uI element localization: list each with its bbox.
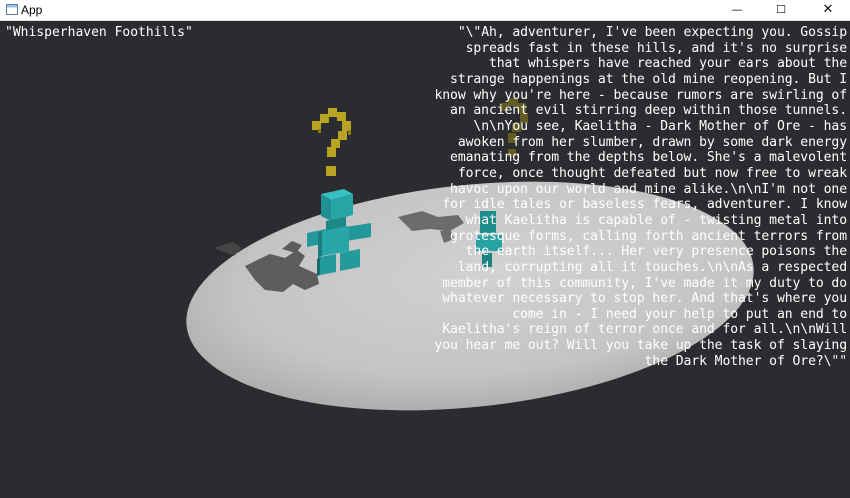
dialogue-line: the earth itself... Her very presence po…: [465, 244, 847, 260]
maximize-button[interactable]: ☐: [759, 0, 803, 20]
dialogue-line: what Kaelitha is capable of - twisting m…: [465, 212, 847, 228]
quest-marker-icon: [312, 108, 351, 176]
dialogue-line: emanating from the depths below. She's a…: [450, 150, 847, 166]
dialogue-line: spreads fast in these hills, and it's no…: [465, 40, 847, 56]
title-bar[interactable]: App — ☐ ✕: [0, 0, 850, 21]
window-title: App: [21, 3, 43, 17]
dialogue-line: the Dark Mother of Ore?\"": [644, 353, 847, 369]
dialogue-line: grotesque forms, calling forth ancient t…: [450, 228, 847, 244]
dialogue-line: land, corrupting all it touches.\n\nAs a…: [457, 259, 847, 275]
dialogue-line: whatever necessary to stop her. And that…: [442, 291, 847, 307]
close-button[interactable]: ✕: [806, 0, 850, 20]
dialogue-line: havoc upon our world and mine alike.\n\n…: [450, 181, 847, 197]
dialogue-line: for idle tales or baseless fears, advent…: [442, 197, 847, 213]
dialogue-line: you hear me out? Will you take up the ta…: [434, 338, 847, 354]
dialogue-line: that whispers have reached your ears abo…: [488, 56, 847, 72]
dialogue-line: "\"Ah, adventurer, I've been expecting y…: [457, 25, 847, 40]
dialogue-line: force, once thought defeated but now fre…: [457, 165, 847, 181]
dialogue-line: know why you're here - because rumors ar…: [434, 87, 847, 103]
minimize-button[interactable]: —: [715, 0, 759, 20]
dialogue-line: \n\nYou see, Kaelitha - Dark Mother of O…: [473, 118, 847, 134]
npc-dialogue: "\"Ah, adventurer, I've been expecting y…: [411, 25, 847, 369]
dialogue-line: member of this community, I've made it m…: [442, 275, 847, 291]
app-window: App — ☐ ✕ "Whisperhaven Foothills" "\"Ah…: [0, 0, 850, 498]
location-title: "Whisperhaven Foothills": [5, 25, 193, 40]
dialogue-line: an ancient evil stirring deep within tho…: [450, 103, 847, 119]
dialogue-line: Kaelitha's reign of terror once and for …: [442, 322, 847, 338]
app-icon: [6, 4, 18, 15]
dialogue-line: come in - I need your help to put an end…: [512, 306, 847, 322]
dialogue-line: strange happenings at the old mine reope…: [450, 71, 847, 87]
dialogue-line: awoken from her slumber, drawn by some d…: [457, 134, 847, 150]
